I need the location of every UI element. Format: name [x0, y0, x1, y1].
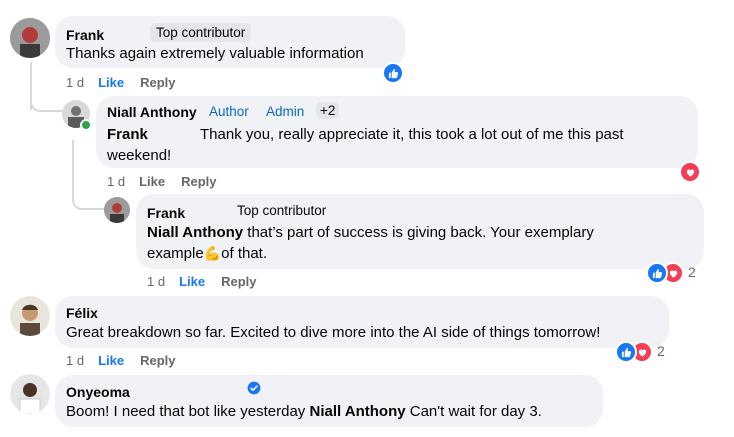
online-status-icon	[80, 119, 92, 131]
like-button[interactable]: Like	[98, 75, 124, 90]
comment-time[interactable]: 1 d	[66, 353, 84, 368]
comment-actions: 1 d Like Reply	[66, 353, 176, 368]
avatar[interactable]	[10, 296, 50, 336]
love-reaction-icon[interactable]	[679, 161, 701, 183]
like-button[interactable]: Like	[139, 174, 165, 189]
comment-text: of that.	[221, 245, 268, 262]
top-contributor-badge: Top contributor	[231, 201, 333, 220]
like-button[interactable]: Like	[98, 353, 124, 368]
comment-text: weekend!	[107, 147, 172, 164]
verified-badge-icon	[247, 381, 261, 395]
like-reaction-icon[interactable]	[615, 341, 637, 363]
admin-badge: Admin	[266, 104, 305, 119]
comment-author[interactable]: Frank	[147, 205, 185, 221]
comment-time[interactable]: 1 d	[66, 75, 84, 90]
comment-text-line: Boom! I need that bot like yesterday Nia…	[66, 401, 542, 422]
more-badges-badge[interactable]: +2	[316, 102, 340, 119]
comment-actions: 1 d Like Reply	[147, 274, 257, 289]
flexed-biceps-emoji: 💪	[203, 245, 222, 261]
comment-author[interactable]: Onyeoma	[66, 384, 130, 400]
reply-button[interactable]: Reply	[140, 353, 175, 368]
reaction-count[interactable]: 2	[688, 264, 696, 280]
comment-actions: 1 d Like Reply	[66, 75, 176, 90]
avatar[interactable]	[10, 374, 50, 414]
reply-button[interactable]: Reply	[221, 274, 256, 289]
author-badge: Author	[209, 104, 249, 119]
comment-text: that’s part of success is giving back. Y…	[243, 224, 594, 241]
comment-author[interactable]: Niall Anthony	[107, 104, 197, 120]
mention-link[interactable]: Niall Anthony	[147, 224, 243, 241]
avatar[interactable]	[10, 18, 50, 58]
comment-text: example	[147, 245, 204, 262]
mention-link[interactable]: Niall Anthony	[309, 403, 405, 420]
comment-text: Thanks again extremely valuable informat…	[66, 45, 364, 62]
thread-connector	[30, 88, 64, 112]
comment-time[interactable]: 1 d	[107, 174, 125, 189]
comment-text-line: Niall Anthony that’s part of success is …	[147, 222, 594, 243]
like-button[interactable]: Like	[179, 274, 205, 289]
comment-text: Thank you, really appreciate it, this to…	[200, 126, 624, 143]
mention-link[interactable]: Frank	[107, 124, 148, 145]
comment-text: Boom! I need that bot like yesterday	[66, 403, 310, 420]
comment-time[interactable]: 1 d	[147, 274, 165, 289]
comment-author[interactable]: Frank	[66, 27, 104, 43]
top-contributor-badge: Top contributor	[150, 23, 252, 42]
like-reaction-icon[interactable]	[382, 62, 404, 84]
comment-text: Great breakdown so far. Excited to dive …	[66, 324, 601, 341]
comment-text: Can't wait for day 3.	[405, 403, 542, 420]
comment-author[interactable]: Félix	[66, 305, 98, 321]
reaction-count[interactable]: 2	[657, 343, 665, 359]
reply-button[interactable]: Reply	[181, 174, 216, 189]
comment-actions: 1 d Like Reply	[107, 174, 217, 189]
reply-button[interactable]: Reply	[140, 75, 175, 90]
like-reaction-icon[interactable]	[646, 262, 668, 284]
avatar[interactable]	[104, 197, 130, 223]
comment-text-line: example💪of that.	[147, 243, 267, 264]
